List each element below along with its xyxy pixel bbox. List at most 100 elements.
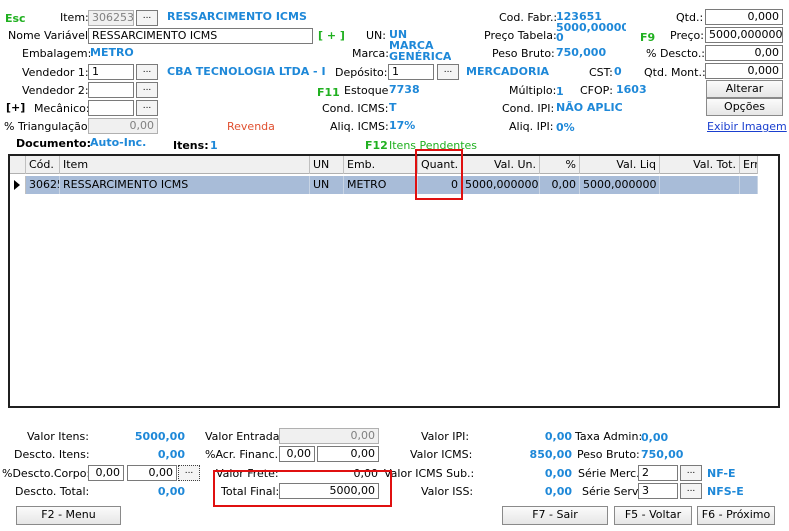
- serie-serv-lookup-button[interactable]: ...: [680, 483, 702, 499]
- itens-value: 1: [210, 139, 218, 152]
- nfe-label: NF-E: [707, 467, 736, 480]
- descto-field[interactable]: 0,00: [705, 45, 783, 61]
- nome-variavel-field[interactable]: RESSARCIMENTO ICMS: [88, 28, 313, 44]
- mecanico-lookup-button[interactable]: ...: [136, 100, 158, 116]
- mecanico-expand-button[interactable]: [+]: [6, 101, 25, 114]
- item-lookup-button[interactable]: ...: [136, 10, 158, 26]
- itens-pendentes-link[interactable]: Itens Pendentes: [389, 139, 477, 152]
- embalagem-label: Embalagem:: [22, 47, 92, 60]
- col-un[interactable]: UN: [310, 156, 344, 174]
- vendedor1-name: CBA TECNOLOGIA LTDA - I: [167, 65, 326, 78]
- col-cod[interactable]: Cód.: [26, 156, 60, 174]
- triangulacao-field[interactable]: 0,00: [88, 118, 158, 134]
- col-val-liq[interactable]: Val. Liq: [580, 156, 660, 174]
- embalagem-value: METRO: [90, 46, 134, 59]
- mecanico-label: Mecânico:: [34, 102, 90, 115]
- nfse-label: NFS-E: [707, 485, 744, 498]
- peso-bruto-footer-value: 750,00: [641, 448, 684, 461]
- item-code-field[interactable]: 306253: [88, 10, 134, 26]
- vendedor2-label: Vendedor 2:: [22, 84, 89, 97]
- documento-value: Auto-Inc.: [90, 136, 147, 149]
- total-final-field[interactable]: 5000,00: [279, 483, 379, 499]
- cst-label: CST:: [589, 66, 613, 79]
- qtd-field[interactable]: 0,000: [705, 9, 783, 25]
- serie-serv-field[interactable]: 3: [638, 483, 678, 499]
- qtd-mont-field[interactable]: 0,000: [705, 63, 783, 79]
- vendedor2-field[interactable]: [88, 82, 134, 98]
- descto-corpo-pct-field[interactable]: 0,00: [88, 465, 124, 481]
- cell-desc: 0,00: [540, 176, 580, 194]
- vendedor1-field[interactable]: 1: [88, 64, 134, 80]
- valor-frete-value: 0,00: [353, 467, 379, 480]
- peso-bruto-label: Peso Bruto:: [492, 47, 555, 60]
- multiplo-label: Múltiplo:: [509, 84, 557, 97]
- opcoes-button[interactable]: Opções: [706, 98, 783, 116]
- cell-err: [740, 176, 758, 194]
- col-item[interactable]: Item: [60, 156, 310, 174]
- f5-voltar-button[interactable]: F5 - Voltar: [614, 506, 692, 525]
- vendedor1-label: Vendedor 1:: [22, 66, 89, 79]
- cell-emb: METRO: [344, 176, 418, 194]
- descto-label: % Descto.:: [646, 47, 706, 60]
- cst-value: 0: [614, 65, 622, 78]
- items-grid[interactable]: Cód. Item UN Emb. Quant. Val. Un. % Des …: [8, 154, 780, 408]
- deposito-lookup-button[interactable]: ...: [437, 64, 459, 80]
- descto-itens-value: 0,00: [157, 448, 185, 461]
- valor-icms-label: Valor ICMS:: [410, 448, 473, 461]
- cod-fabr-label: Cod. Fabr.:: [499, 11, 558, 24]
- descto-corpo-label: %Descto.Corpo:: [2, 467, 91, 480]
- grid-header: Cód. Item UN Emb. Quant. Val. Un. % Des …: [10, 156, 758, 174]
- descto-total-label: Descto. Total:: [15, 485, 90, 498]
- cond-icms-label: Cond. ICMS:: [322, 102, 389, 115]
- vendedor1-lookup-button[interactable]: ...: [136, 64, 158, 80]
- cond-ipi-value: NÃO APLIC: [556, 101, 623, 114]
- deposito-field[interactable]: 1: [388, 64, 434, 80]
- valor-entrada-label: Valor Entrada:: [205, 430, 284, 443]
- col-quant[interactable]: Quant.: [418, 156, 462, 174]
- cfop-value: 1603: [616, 83, 647, 96]
- cod-fabr-value: 123651: [556, 10, 602, 23]
- alterar-button[interactable]: Alterar: [706, 80, 783, 98]
- f6-proximo-button[interactable]: F6 - Próximo: [697, 506, 775, 525]
- col-val-un[interactable]: Val. Un.: [462, 156, 540, 174]
- aliq-ipi-value: 0%: [556, 121, 575, 134]
- valor-iss-value: 0,00: [544, 485, 572, 498]
- valor-entrada-field[interactable]: 0,00: [279, 428, 379, 444]
- qtd-label: Qtd.:: [676, 11, 704, 24]
- acr-financ-value-field[interactable]: 0,00: [317, 446, 379, 462]
- vendedor2-lookup-button[interactable]: ...: [136, 82, 158, 98]
- exibir-imagem-link[interactable]: Exibir Imagem: [707, 120, 787, 133]
- valor-itens-label: Valor Itens:: [27, 430, 89, 443]
- col-val-tot[interactable]: Val. Tot.: [660, 156, 740, 174]
- valor-icms-value: 850,00: [529, 448, 572, 461]
- preco-tabela-label: Preço Tabela:: [484, 29, 557, 42]
- estoque-label: Estoque: [344, 84, 389, 97]
- cell-quant[interactable]: 0: [418, 176, 462, 194]
- descto-corpo-lookup-button[interactable]: ...: [178, 465, 200, 481]
- serie-merc-field[interactable]: 2: [638, 465, 678, 481]
- cfop-label: CFOP:: [580, 84, 614, 97]
- f7-sair-button[interactable]: F7 - Sair: [502, 506, 608, 525]
- mecanico-field[interactable]: [88, 100, 134, 116]
- documento-label: Documento:: [16, 137, 92, 150]
- descto-corpo-value-field[interactable]: 0,00: [127, 465, 177, 481]
- aliq-icms-label: Aliq. ICMS:: [330, 120, 389, 133]
- acr-financ-pct-field[interactable]: 0,00: [279, 446, 315, 462]
- expand-variant-button[interactable]: [ + ]: [318, 29, 345, 42]
- preco-tabela-value: 5000,00000 0: [556, 23, 626, 43]
- aliq-icms-value: 17%: [389, 119, 416, 132]
- revenda-label: Revenda: [227, 120, 275, 133]
- taxa-admin-value: 0,00: [641, 431, 669, 444]
- table-row[interactable]: 30625 RESSARCIMENTO ICMS UN METRO 0 5000…: [10, 176, 758, 194]
- col-err[interactable]: Err: [740, 156, 758, 174]
- col-desc[interactable]: % Des: [540, 156, 580, 174]
- serie-merc-label: Série Merc.:: [578, 467, 644, 480]
- serie-merc-lookup-button[interactable]: ...: [680, 465, 702, 481]
- valor-icms-sub-value: 0,00: [544, 467, 572, 480]
- itens-label: Itens:: [173, 139, 209, 152]
- f2-menu-button[interactable]: F2 - Menu: [16, 506, 121, 525]
- row-indicator-icon: [10, 176, 26, 194]
- preco-field[interactable]: 5000,000000: [705, 27, 783, 43]
- marca-value: MARCA GENÉRICA: [389, 40, 451, 62]
- col-emb[interactable]: Emb.: [344, 156, 418, 174]
